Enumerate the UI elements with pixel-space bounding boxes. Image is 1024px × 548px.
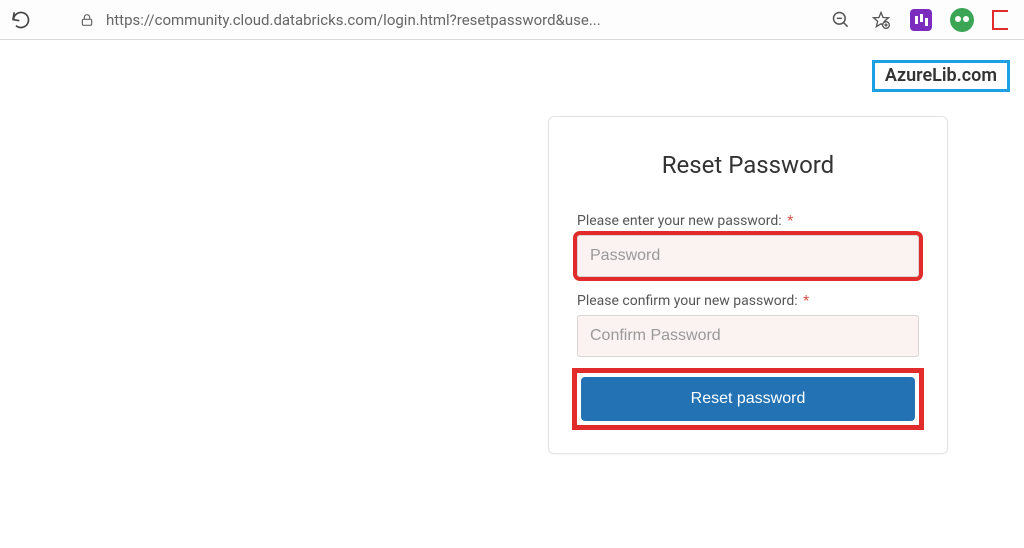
url-bar-text[interactable]: https://community.cloud.databricks.com/l…	[106, 11, 820, 29]
required-marker: *	[787, 213, 793, 229]
lock-icon	[78, 11, 96, 29]
zoom-icon[interactable]	[830, 9, 852, 31]
partial-red-box-icon	[992, 10, 1008, 30]
favorite-icon[interactable]	[870, 9, 892, 31]
browser-toolbar: https://community.cloud.databricks.com/l…	[0, 0, 1024, 40]
reset-password-card: Reset Password Please enter your new pas…	[548, 116, 948, 454]
confirm-password-label: Please confirm your new password: *	[577, 293, 919, 309]
watermark-text: AzureLib.com	[885, 65, 997, 86]
watermark-badge: AzureLib.com	[872, 60, 1010, 92]
reload-icon[interactable]	[10, 9, 32, 31]
required-marker: *	[803, 293, 809, 309]
password-input[interactable]	[577, 235, 919, 277]
submit-button-highlight: Reset password	[577, 373, 919, 425]
reset-password-button[interactable]: Reset password	[581, 377, 915, 421]
password-label: Please enter your new password: *	[577, 213, 919, 229]
card-title: Reset Password	[577, 151, 919, 179]
password-label-text: Please enter your new password:	[577, 213, 782, 229]
toolbar-icons	[830, 8, 1014, 32]
confirm-password-input[interactable]	[577, 315, 919, 357]
extension-green-icon[interactable]	[950, 8, 974, 32]
confirm-password-label-text: Please confirm your new password:	[577, 293, 798, 309]
extension-purple-icon[interactable]	[910, 9, 932, 31]
